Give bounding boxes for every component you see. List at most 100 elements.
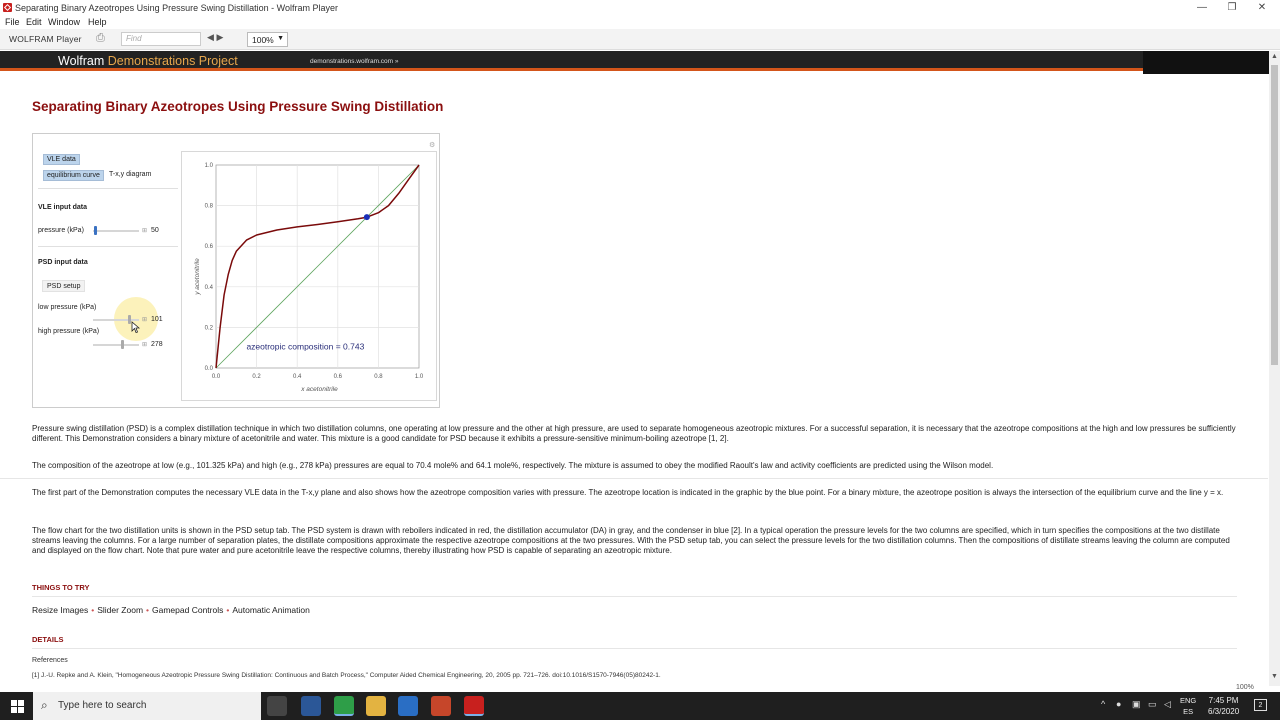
y-tick-label: 0.6 xyxy=(205,244,214,250)
chrome-icon[interactable] xyxy=(334,696,354,716)
x-tick-label: 0.0 xyxy=(212,374,221,380)
pressure-slider[interactable] xyxy=(93,230,139,232)
pressure-value: 50 xyxy=(151,227,159,234)
app-blue-icon[interactable] xyxy=(301,696,321,716)
site-link[interactable]: demonstrations.wolfram.com » xyxy=(310,58,399,65)
description-paragraph-2: The composition of the azeotrope at low … xyxy=(32,461,994,470)
slider-zoom-link[interactable]: Slider Zoom xyxy=(97,605,143,615)
windows-start-icon[interactable] xyxy=(0,692,33,720)
scroll-down-icon[interactable]: ▼ xyxy=(1271,673,1278,680)
find-input[interactable]: Find xyxy=(121,32,201,46)
gamepad-controls-link[interactable]: Gamepad Controls xyxy=(152,605,223,615)
window-title: Separating Binary Azeotropes Using Press… xyxy=(15,3,338,13)
taskbar-search-box[interactable]: ⌕ Type here to search xyxy=(33,692,261,720)
file-explorer-icon[interactable] xyxy=(366,696,386,716)
demonstrations-wordmark[interactable]: Wolfram Demonstrations Project xyxy=(58,54,238,68)
wolfram-player-brand: WOLFRAM Player xyxy=(9,34,82,44)
volume-icon[interactable]: ◁ xyxy=(1164,699,1171,710)
zoom-select[interactable]: 100% ▼ xyxy=(247,32,288,47)
y-tick-label: 0.8 xyxy=(205,204,214,210)
scrollbar-thumb[interactable] xyxy=(1271,65,1278,365)
wolfram-player-icon[interactable] xyxy=(464,696,484,716)
usb-icon[interactable]: ▣ xyxy=(1132,699,1141,710)
resize-images-link[interactable]: Resize Images xyxy=(32,605,88,615)
low-pressure-label: low pressure (kPa) xyxy=(38,304,97,311)
high-pressure-expand-icon[interactable]: ⊞ xyxy=(142,341,147,348)
reference-1: [1] J.-U. Repke and A. Klein, "Homogeneo… xyxy=(32,672,661,679)
things-to-try-heading: THINGS TO TRY xyxy=(32,583,90,592)
close-button[interactable]: ✕ xyxy=(1247,0,1277,16)
microphone-icon[interactable]: ● xyxy=(1116,699,1121,709)
description-paragraph-1: Pressure swing distillation (PSD) is a c… xyxy=(32,424,1236,443)
wordmark-demonstrations: Demonstrations Project xyxy=(107,54,238,68)
x-tick-label: 0.2 xyxy=(252,374,261,380)
x-axis-label: x acetonitrile xyxy=(300,386,338,393)
tab-txy-diagram[interactable]: T-x,y diagram xyxy=(106,170,154,181)
high-pressure-label: high pressure (kPa) xyxy=(38,328,100,335)
automatic-animation-link[interactable]: Automatic Animation xyxy=(232,605,309,615)
azeotrope-annotation: azeotropic composition = 0.743 xyxy=(246,342,364,352)
plot-frame: 0.0 0.0 0.2 0.2 0.4 0.4 0.6 0.6 0.8 0.8 1.0 1.0 x ac… xyxy=(181,151,437,401)
taskbar-clock[interactable]: 7:45 PM 6/3/2020 xyxy=(1208,695,1239,717)
menu-edit[interactable]: Edit xyxy=(26,17,42,27)
vle-input-heading: VLE input data xyxy=(38,204,87,211)
vertical-scrollbar[interactable]: ▲ ▼ xyxy=(1269,51,1280,686)
low-pressure-expand-icon[interactable]: ⊞ xyxy=(142,316,147,323)
player-toolbar: WOLFRAM Player ⎙ Find ◀ ▶ 100% ▼ xyxy=(0,29,1280,50)
zoom-value: 100% xyxy=(252,35,274,45)
chevron-down-icon: ▼ xyxy=(277,35,284,42)
tab-vle-data[interactable]: VLE data xyxy=(43,154,80,165)
tab-equilibrium-curve[interactable]: equilibrium curve xyxy=(43,170,104,181)
y-tick-label: 0.2 xyxy=(205,325,214,331)
high-pressure-slider[interactable] xyxy=(93,344,139,346)
options-icon[interactable]: ⚙ xyxy=(429,141,435,149)
manipulate-panel: ⚙ VLE data equilibrium curve T-x,y diagr… xyxy=(32,133,440,408)
language-indicator[interactable]: ENG ES xyxy=(1180,695,1196,717)
x-tick-label: 0.4 xyxy=(293,374,302,380)
x-tick-label: 1.0 xyxy=(415,374,424,380)
task-view-icon[interactable] xyxy=(267,696,287,716)
minimize-button[interactable]: — xyxy=(1187,0,1217,16)
find-previous-icon[interactable]: ◀ xyxy=(207,32,214,42)
clock-time: 7:45 PM xyxy=(1208,696,1239,705)
pressure-label: pressure (kPa) xyxy=(38,227,84,234)
windows-taskbar: ⌕ Type here to search ^ ● ▣ ▭ ◁ ENG ES 7… xyxy=(0,692,1280,720)
find-next-icon[interactable]: ▶ xyxy=(216,32,223,42)
page-title: Separating Binary Azeotropes Using Press… xyxy=(32,99,444,114)
search-icon: ⌕ xyxy=(41,698,48,712)
keyboard-code: ES xyxy=(1183,707,1194,716)
menu-window[interactable]: Window xyxy=(48,17,80,27)
x-tick-label: 0.6 xyxy=(334,374,343,380)
psd-input-heading: PSD input data xyxy=(38,259,88,266)
menu-help[interactable]: Help xyxy=(88,17,107,27)
find-nav-arrows[interactable]: ◀ ▶ xyxy=(207,32,223,43)
menu-file[interactable]: File xyxy=(5,17,20,27)
y-tick-label: 0.4 xyxy=(205,285,214,291)
network-icon[interactable]: ▭ xyxy=(1148,699,1157,710)
print-icon[interactable]: ⎙ xyxy=(96,33,109,44)
psd-setup-button[interactable]: PSD setup xyxy=(42,280,86,292)
y-tick-label: 0.0 xyxy=(205,366,214,372)
high-pressure-value: 278 xyxy=(151,341,163,348)
wolfram-app-icon xyxy=(3,3,12,12)
header-dark-block xyxy=(1143,51,1269,74)
y-axis-label: y acetonitrile xyxy=(194,258,201,296)
divider xyxy=(32,648,1237,649)
notifications-icon[interactable]: 2 xyxy=(1254,699,1267,711)
status-zoom: 100% xyxy=(1236,684,1254,691)
low-pressure-value: 101 xyxy=(151,316,163,323)
pressure-slider-thumb[interactable] xyxy=(93,226,97,235)
details-heading: DETAILS xyxy=(32,635,64,644)
references-label: References xyxy=(32,657,68,664)
divider xyxy=(38,246,178,247)
description-paragraph-3: The first part of the Demonstration comp… xyxy=(32,488,1224,497)
powerpoint-icon[interactable] xyxy=(431,696,451,716)
tray-chevron-up-icon[interactable]: ^ xyxy=(1101,699,1105,709)
scroll-up-icon[interactable]: ▲ xyxy=(1271,53,1278,60)
pressure-expand-icon[interactable]: ⊞ xyxy=(142,227,147,234)
cortana-icon[interactable] xyxy=(398,696,418,716)
equilibrium-curve-chart: 0.0 0.0 0.2 0.2 0.4 0.4 0.6 0.6 0.8 0.8 1.0 1.0 x ac… xyxy=(194,163,424,393)
menu-bar: File Edit Window Help xyxy=(0,16,1280,29)
maximize-button[interactable]: ❐ xyxy=(1217,0,1247,16)
high-pressure-slider-thumb[interactable] xyxy=(120,340,124,349)
